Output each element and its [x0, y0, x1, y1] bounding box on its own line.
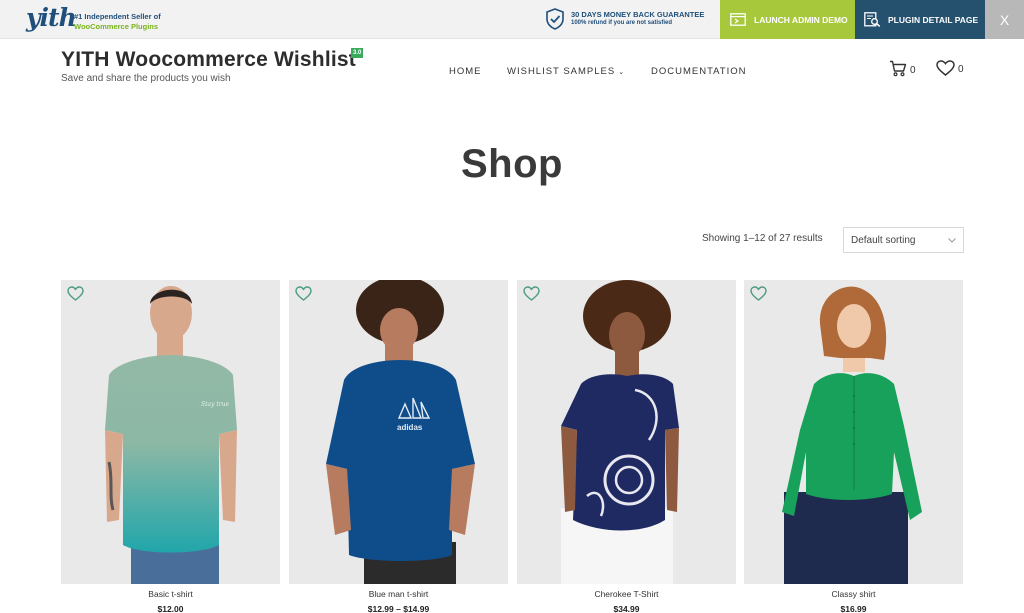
promo-bar: yith #1 Independent Seller of WooCommerc… [0, 0, 1024, 39]
nav-item-wishlist-samples-label: WISHLIST SAMPLES [507, 66, 616, 77]
site-title[interactable]: YITH Woocommerce Wishlist [61, 48, 356, 72]
product-image[interactable] [744, 280, 963, 584]
model-photo [782, 286, 922, 584]
wishlist-count: 0 [958, 64, 964, 75]
product-name[interactable]: Basic t-shirt [61, 589, 280, 599]
site-description: Save and share the products you wish [61, 73, 231, 84]
nav-item-documentation[interactable]: DOCUMENTATION [651, 66, 747, 77]
launch-admin-demo-button[interactable]: LAUNCH ADMIN DEMO [720, 0, 855, 39]
wishlist-link[interactable]: 0 [936, 60, 964, 76]
product-price: $16.99 [840, 604, 867, 613]
launch-admin-demo-label: LAUNCH ADMIN DEMO [754, 14, 848, 25]
chevron-down-icon [948, 238, 956, 243]
product-name[interactable]: Classy shirt [744, 589, 963, 599]
svg-text:Stay true: Stay true [201, 401, 230, 408]
add-to-wishlist-heart-icon[interactable] [67, 286, 84, 301]
browser-window-icon [730, 13, 746, 26]
model-photo: adidas [326, 280, 475, 584]
product-image[interactable]: Stay true [61, 280, 280, 584]
add-to-wishlist-heart-icon[interactable] [750, 286, 767, 301]
tagline-line-1: #1 Independent Seller of [74, 12, 161, 21]
nav-item-wishlist-samples[interactable]: WISHLIST SAMPLES ⌄ [507, 66, 625, 77]
yith-logo[interactable]: yith [26, 3, 77, 33]
cart-link[interactable]: 0 [889, 60, 916, 77]
page-title: Shop [461, 142, 563, 186]
product-image[interactable]: adidas [289, 280, 508, 584]
promo-tagline: #1 Independent Seller of WooCommerce Plu… [74, 12, 161, 32]
guarantee-subtitle: 100% refund if you are not satisfied [571, 20, 673, 26]
tagline-line-2: WooCommerce Plugins [74, 22, 159, 31]
model-photo: Stay true [105, 286, 237, 584]
product-price: $12.99 – $14.99 [367, 604, 430, 613]
document-search-icon [864, 12, 881, 27]
model-photo [561, 280, 679, 584]
add-to-wishlist-heart-icon[interactable] [523, 286, 540, 301]
product-card[interactable]: Classy shirt $16.99 [744, 280, 963, 613]
product-name[interactable]: Cherokee T-Shirt [517, 589, 736, 599]
result-count: Showing 1–12 of 27 results [702, 233, 823, 244]
guarantee-title: 30 DAYS MONEY BACK GUARANTEE [571, 10, 705, 19]
product-card[interactable]: Cherokee T-Shirt $34.99 [517, 280, 736, 613]
plugin-detail-page-label: PLUGIN DETAIL PAGE [888, 14, 979, 25]
product-price: $34.99 [613, 604, 640, 613]
product-price: $12.00 [157, 604, 184, 613]
plugin-detail-page-button[interactable]: PLUGIN DETAIL PAGE [855, 0, 985, 39]
cart-count: 0 [910, 65, 916, 76]
add-to-wishlist-heart-icon[interactable] [295, 286, 312, 301]
logo-text: yith [26, 3, 77, 32]
product-card[interactable]: Stay true Basic t-shirt $12.00 [61, 280, 280, 613]
close-icon: X [999, 11, 1010, 28]
shield-check-icon [546, 8, 564, 30]
heart-icon [936, 60, 955, 76]
svg-text:adidas: adidas [397, 423, 423, 432]
version-badge: 3.0 [351, 48, 364, 58]
product-card[interactable]: adidas Blue man t-shirt $12.99 – $14.99 [289, 280, 508, 613]
sorting-select[interactable]: Default sorting [843, 227, 964, 253]
product-image[interactable] [517, 280, 736, 584]
nav-item-home[interactable]: HOME [449, 66, 482, 77]
close-promo-button[interactable]: X [985, 0, 1024, 39]
chevron-down-icon: ⌄ [618, 69, 626, 76]
product-name[interactable]: Blue man t-shirt [289, 589, 508, 599]
sorting-select-value: Default sorting [851, 234, 916, 246]
cart-icon [890, 60, 907, 77]
